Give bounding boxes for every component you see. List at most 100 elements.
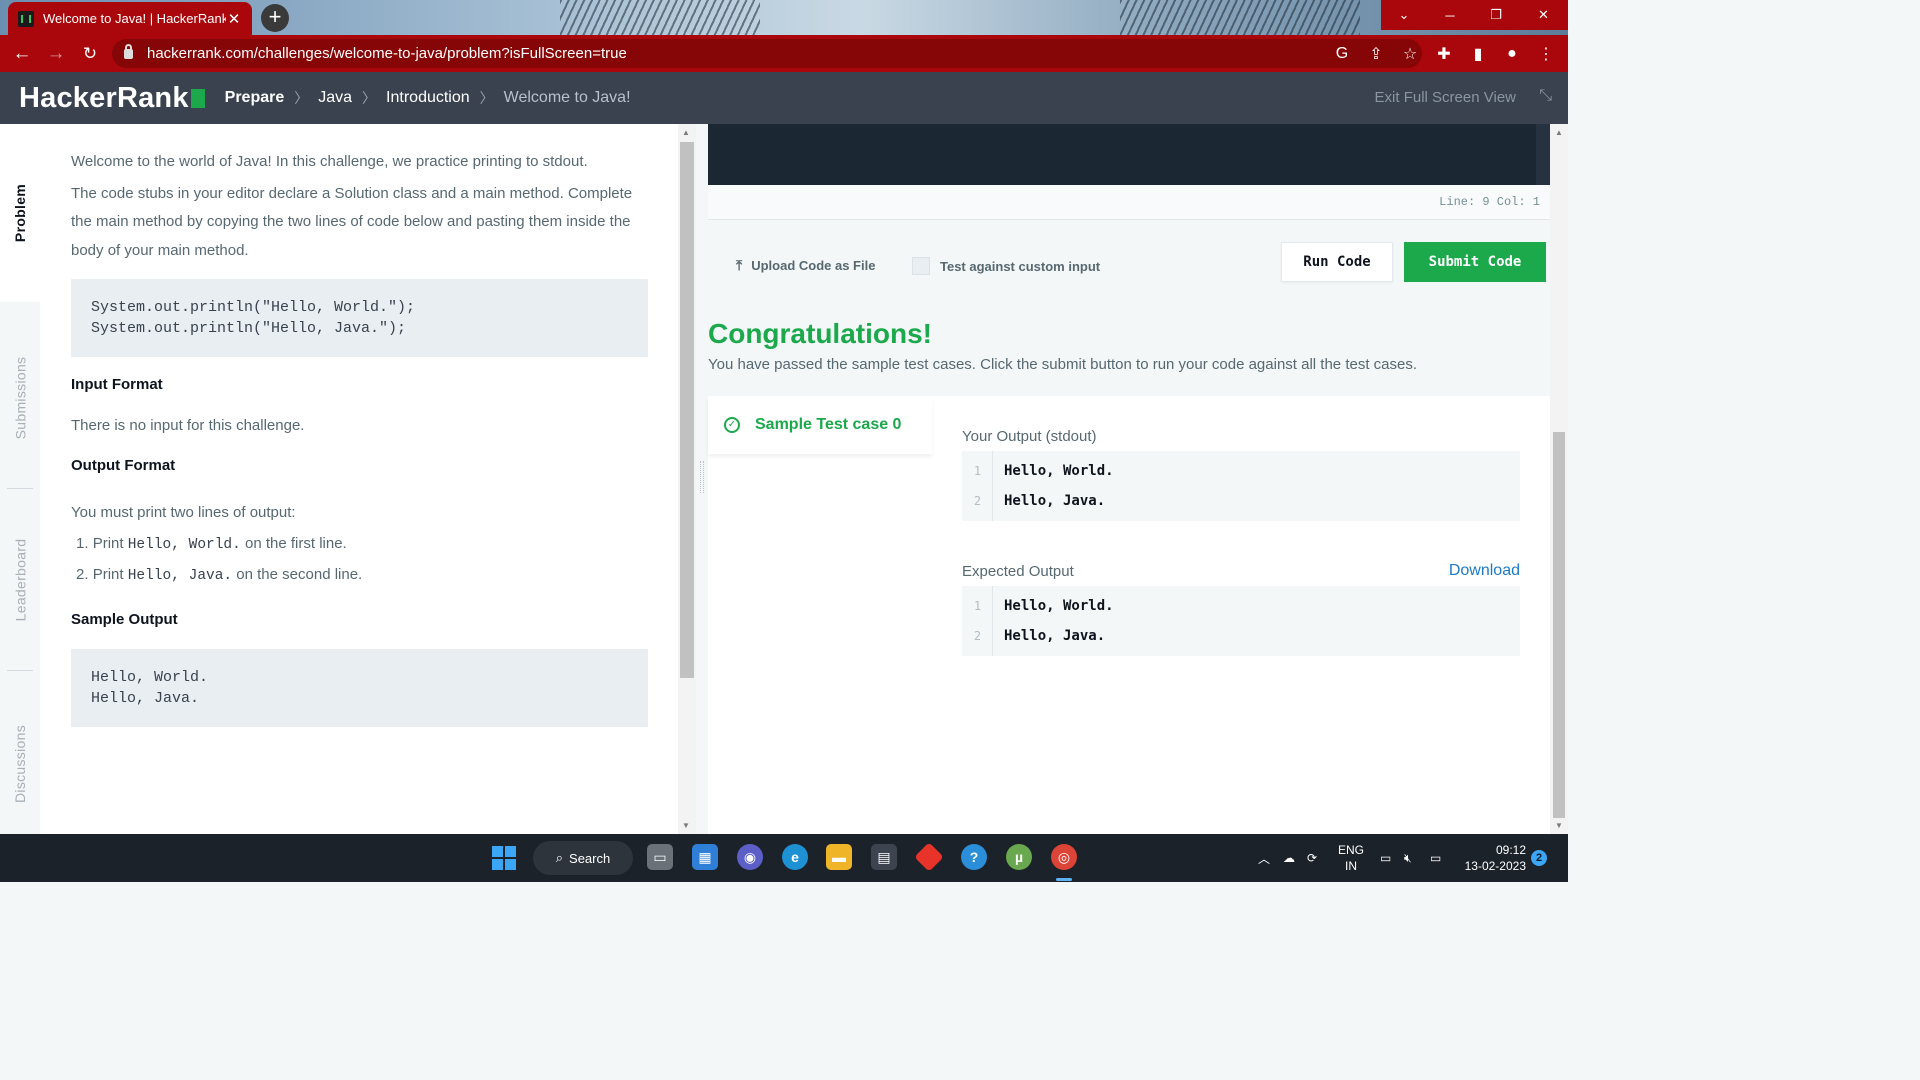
back-icon[interactable]: ← xyxy=(5,43,39,65)
upload-icon: ⤒ xyxy=(736,257,743,273)
tab-submissions[interactable]: Submissions xyxy=(0,308,40,488)
app-icon[interactable] xyxy=(914,842,944,872)
scroll-thumb[interactable] xyxy=(680,142,694,678)
code-snippet: System.out.println("Hello, World."); Syst… xyxy=(71,279,648,357)
input-format-heading: Input Format xyxy=(71,376,163,393)
volume-muted-icon[interactable]: 🔇︎ xyxy=(1404,834,1412,882)
browser-tab-strip: Welcome to Java! | HackerRank ✕ + ⌄ ─ ❐ … xyxy=(0,0,1568,35)
edge-icon[interactable]: e xyxy=(782,844,808,870)
chevron-right-icon: 〉 xyxy=(362,90,377,106)
problem-body: The code stubs in your editor declare a … xyxy=(71,184,633,259)
language-indicator[interactable]: ENG IN xyxy=(1336,842,1366,874)
tray-overflow-icon[interactable]: ︿ xyxy=(1258,834,1270,882)
code-editor[interactable] xyxy=(708,124,1550,185)
notification-badge[interactable]: 2 xyxy=(1531,850,1547,866)
exit-fullscreen-link[interactable]: Exit Full Screen View xyxy=(1375,89,1516,106)
extensions-icon[interactable]: ✚ xyxy=(1432,44,1456,64)
tab-problem[interactable]: Problem xyxy=(0,124,40,302)
onedrive-icon[interactable]: ☁ xyxy=(1283,834,1295,882)
result-message: You have passed the sample test cases. C… xyxy=(708,356,1418,373)
check-circle-icon: ✓ xyxy=(724,417,740,433)
scroll-down-icon[interactable]: ▼ xyxy=(682,821,690,830)
scroll-thumb[interactable] xyxy=(1553,432,1565,818)
restore-icon[interactable]: ❐ xyxy=(1473,0,1519,30)
editor-scrollbar[interactable]: ▲ ▼ xyxy=(1550,124,1568,834)
divider xyxy=(7,488,33,489)
submit-code-button[interactable]: Submit Code xyxy=(1404,242,1546,282)
side-panel-icon[interactable]: ▮ xyxy=(1466,44,1490,64)
close-tab-icon[interactable]: ✕ xyxy=(226,10,242,28)
chevron-right-icon: 〉 xyxy=(294,90,309,106)
share-icon[interactable]: ⇪ xyxy=(1364,44,1388,64)
scroll-up-icon[interactable]: ▲ xyxy=(1555,128,1563,137)
clock[interactable]: 09:12 13-02-2023 xyxy=(1456,842,1526,874)
breadcrumb: Prepare 〉 Java 〉 Introduction 〉 Welcome … xyxy=(225,88,631,108)
scroll-up-icon[interactable]: ▲ xyxy=(682,128,690,137)
menu-icon[interactable]: ⋮ xyxy=(1534,44,1558,64)
run-code-button[interactable]: Run Code xyxy=(1281,242,1393,282)
output-format-text: You must print two lines of output: xyxy=(71,503,296,521)
utorrent-icon[interactable]: µ xyxy=(1006,844,1032,870)
profile-avatar[interactable]: ● xyxy=(1500,45,1524,63)
new-tab-button[interactable]: + xyxy=(261,4,289,32)
browser-tab[interactable]: Welcome to Java! | HackerRank ✕ xyxy=(8,2,252,35)
windows-start-icon[interactable] xyxy=(492,846,516,870)
upload-code-button[interactable]: ⤒ Upload Code as File xyxy=(736,257,875,274)
scroll-down-icon[interactable]: ▼ xyxy=(1555,821,1563,830)
sample-output-heading: Sample Output xyxy=(71,611,178,628)
output-list: 1. Print Hello, World. on the first line… xyxy=(76,530,648,590)
output-line: 1 Hello, World. xyxy=(973,463,1114,479)
chrome-icon[interactable]: ◎ xyxy=(1051,844,1077,870)
tab-leaderboard[interactable]: Leaderboard xyxy=(0,490,40,670)
test-case-tab[interactable]: ✓ Sample Test case 0 xyxy=(708,396,932,454)
breadcrumb-prepare[interactable]: Prepare xyxy=(225,89,285,107)
help-icon[interactable]: ? xyxy=(961,844,987,870)
hackerrank-favicon xyxy=(18,10,34,27)
tab-search-icon[interactable]: ⌄ xyxy=(1381,0,1427,30)
problem-statement: Welcome to the world of Java! In this ch… xyxy=(40,124,678,834)
network-icon[interactable]: ▭ xyxy=(1380,834,1391,882)
custom-input-toggle[interactable]: Test against custom input xyxy=(912,257,1100,275)
chevron-right-icon: 〉 xyxy=(479,90,494,106)
divider xyxy=(7,670,33,671)
editor-status: Line: 9 Col: 1 xyxy=(708,185,1550,220)
task-view-icon[interactable]: ▭ xyxy=(647,844,673,870)
download-link[interactable]: Download xyxy=(1449,562,1520,580)
taskbar-search[interactable]: ⌕ Search xyxy=(533,841,633,875)
tab-discussions[interactable]: Discussions xyxy=(0,674,40,854)
store-icon[interactable]: ▤ xyxy=(871,844,897,870)
chat-icon[interactable]: ◉ xyxy=(737,844,763,870)
file-explorer-icon[interactable]: ▬ xyxy=(826,844,852,870)
list-item: 2. Print Hello, Java. on the second line… xyxy=(76,565,363,584)
taskbar: ⌕ Search ▭ ▦ ◉ e ▬ ▤ ? µ ◎ ︿ ☁ ⟳ ENG IN … xyxy=(0,834,1568,882)
search-icon: ⌕ xyxy=(555,850,564,865)
output-line: 2 Hello, Java. xyxy=(973,493,1106,509)
custom-input-checkbox[interactable] xyxy=(912,257,930,275)
tab-title: Welcome to Java! | HackerRank xyxy=(43,11,226,26)
hackerrank-logo[interactable]: HackerRank xyxy=(19,82,205,115)
reload-icon[interactable]: ↻ xyxy=(73,44,107,64)
close-window-icon[interactable]: ✕ xyxy=(1519,0,1568,30)
address-bar[interactable]: hackerrank.com/challenges/welcome-to-jav… xyxy=(112,39,1422,68)
output-line: 2 Hello, Java. xyxy=(973,628,1106,644)
breadcrumb-java[interactable]: Java xyxy=(318,89,352,107)
widgets-icon[interactable]: ▦ xyxy=(692,844,718,870)
side-tabs: Problem Submissions Leaderboard Discussi… xyxy=(0,124,40,834)
input-format-text: There is no input for this challenge. xyxy=(71,416,305,434)
sync-icon[interactable]: ⟳ xyxy=(1307,834,1317,882)
wallpaper-tree xyxy=(1120,0,1360,35)
url-text: hackerrank.com/challenges/welcome-to-jav… xyxy=(147,45,627,62)
sample-output-box: Hello, World. Hello, Java. xyxy=(71,648,648,727)
panel-resize-handle[interactable] xyxy=(696,124,708,834)
collapse-icon[interactable]: ⤡ xyxy=(1539,87,1552,105)
expected-output-box: 1 Hello, World. 2 Hello, Java. xyxy=(962,586,1520,656)
forward-icon[interactable]: → xyxy=(39,43,73,65)
browser-toolbar: ← → ↻ hackerrank.com/challenges/welcome-… xyxy=(0,35,1568,72)
problem-scrollbar[interactable]: ▲ ▼ xyxy=(678,124,696,834)
google-icon[interactable]: G xyxy=(1330,45,1354,63)
breadcrumb-introduction[interactable]: Introduction xyxy=(386,89,470,107)
bookmark-star-icon[interactable]: ☆ xyxy=(1398,44,1422,64)
battery-icon[interactable]: ▭ xyxy=(1430,834,1441,882)
minimize-icon[interactable]: ─ xyxy=(1427,0,1473,30)
problem-intro: Welcome to the world of Java! In this ch… xyxy=(71,153,588,170)
